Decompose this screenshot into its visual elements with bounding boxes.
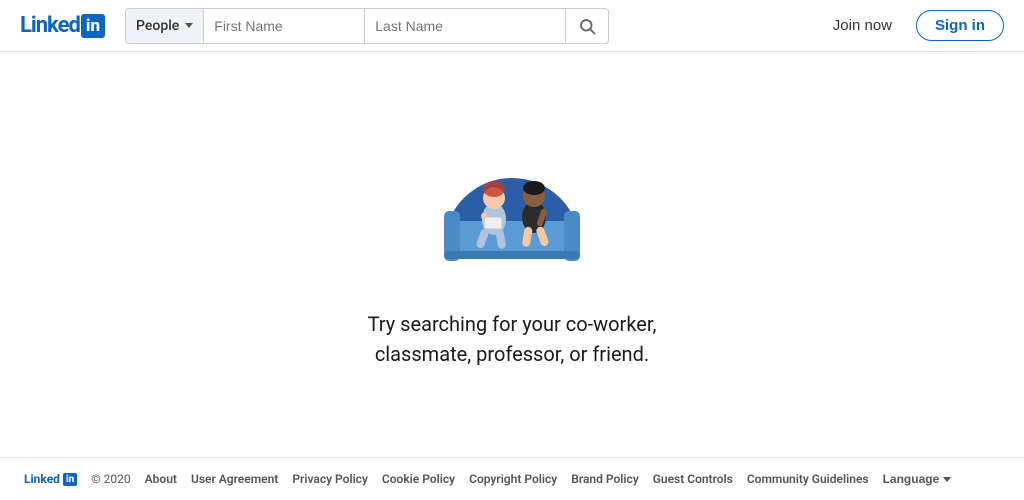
first-name-input[interactable] [204, 9, 364, 43]
footer-link-brand[interactable]: Brand Policy [571, 472, 638, 486]
logo-text: Linked [20, 13, 80, 38]
empty-state-illustration [422, 141, 602, 281]
footer-logo[interactable]: Linkedin [24, 472, 77, 486]
footer-link-about[interactable]: About [145, 472, 177, 486]
empty-state-text: Try searching for your co-worker, classm… [368, 309, 657, 369]
join-now-button[interactable]: Join now [821, 11, 904, 40]
language-chevron-icon [943, 477, 951, 482]
footer-link-guest[interactable]: Guest Controls [653, 472, 733, 486]
search-category-label: People [136, 18, 179, 34]
logo-in-box: in [81, 14, 105, 38]
sign-in-button[interactable]: Sign in [916, 10, 1004, 41]
footer-link-community[interactable]: Community Guidelines [747, 472, 869, 486]
language-button[interactable]: Language [883, 472, 952, 486]
footer-copyright: © 2020 [91, 472, 130, 486]
search-icon [578, 17, 596, 35]
footer: Linkedin © 2020 About User Agreement Pri… [0, 457, 1024, 500]
footer-logo-in: in [63, 473, 77, 486]
footer-link-cookie[interactable]: Cookie Policy [382, 472, 455, 486]
footer-link-privacy[interactable]: Privacy Policy [292, 472, 368, 486]
main-content: Try searching for your co-worker, classm… [0, 52, 1024, 457]
footer-link-copyright[interactable]: Copyright Policy [469, 472, 557, 486]
last-name-input[interactable] [365, 9, 565, 43]
header: Linkedin People Join now Sign in [0, 0, 1024, 52]
search-button[interactable] [565, 9, 608, 43]
search-bar: People [125, 8, 609, 44]
linkedin-logo[interactable]: Linkedin [20, 13, 105, 38]
chevron-down-icon [185, 23, 193, 28]
search-category-dropdown[interactable]: People [126, 9, 204, 43]
footer-link-user-agreement[interactable]: User Agreement [191, 472, 278, 486]
footer-logo-text: Linked [24, 472, 60, 486]
